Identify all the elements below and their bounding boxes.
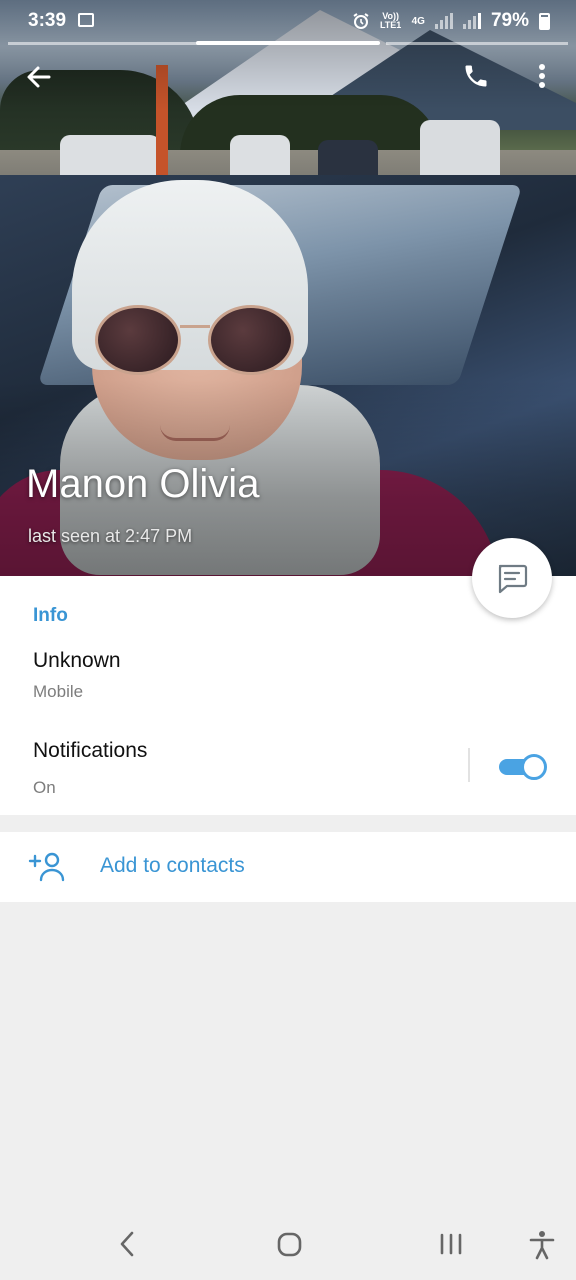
- notifications-toggle[interactable]: [497, 753, 547, 780]
- signal-icon-2: [462, 13, 481, 29]
- nav-recents-icon: [440, 1233, 462, 1255]
- notifications-state: On: [33, 778, 56, 797]
- accessibility-button[interactable]: [528, 1230, 556, 1265]
- volte-indicator: Vo)) LTE1: [379, 11, 402, 30]
- battery-percent: 79%: [490, 10, 529, 31]
- photo-sunglass-lens: [208, 305, 294, 375]
- add-person-icon: [28, 852, 65, 882]
- battery-icon: [539, 12, 550, 30]
- system-navigation-bar: [0, 1210, 576, 1280]
- nav-back-icon: [120, 1231, 134, 1257]
- gallery-notification-icon: [78, 13, 94, 27]
- last-seen-status: last seen at 2:47 PM: [28, 526, 193, 546]
- status-icons: Vo)) LTE1 4G 79%: [352, 10, 550, 32]
- nav-home-icon: [277, 1232, 302, 1257]
- vertical-divider: [468, 748, 470, 782]
- more-vert-icon: [539, 64, 545, 88]
- call-button[interactable]: [456, 56, 496, 96]
- add-to-contacts-label: Add to contacts: [100, 854, 245, 877]
- status-time: 3:39: [28, 10, 67, 31]
- story-progress-track: [386, 42, 568, 45]
- network-type: 4G: [411, 15, 425, 27]
- back-button[interactable]: [18, 56, 60, 98]
- nav-back-button[interactable]: [118, 1230, 138, 1263]
- toggle-knob: [521, 754, 547, 780]
- notifications-label[interactable]: Notifications: [33, 739, 147, 763]
- phone-number-type: Mobile: [33, 682, 84, 701]
- alarm-icon: [353, 13, 369, 29]
- nav-recents-button[interactable]: [438, 1230, 464, 1263]
- send-message-button[interactable]: [472, 538, 552, 618]
- info-section-title: Info: [33, 605, 68, 626]
- phone-icon: [465, 65, 487, 87]
- add-to-contacts-row[interactable]: Add to contacts: [0, 832, 576, 902]
- back-arrow-icon: [27, 66, 51, 88]
- signal-icon: [434, 13, 453, 29]
- more-options-button[interactable]: [526, 56, 558, 96]
- accessibility-icon: [529, 1231, 555, 1260]
- contact-name: Manon Olivia: [26, 462, 260, 506]
- nav-home-button[interactable]: [276, 1230, 304, 1263]
- status-bar: 3:39 Vo)) LTE1 4G 79%: [0, 0, 576, 42]
- message-icon: [498, 564, 528, 594]
- story-progress-current: [196, 41, 380, 45]
- info-section: Info Unknown Mobile Notifications On: [0, 576, 576, 815]
- photo-sunglass-bridge: [180, 325, 210, 328]
- phone-number-value[interactable]: Unknown: [33, 649, 121, 673]
- photo-sunglass-lens: [95, 305, 181, 375]
